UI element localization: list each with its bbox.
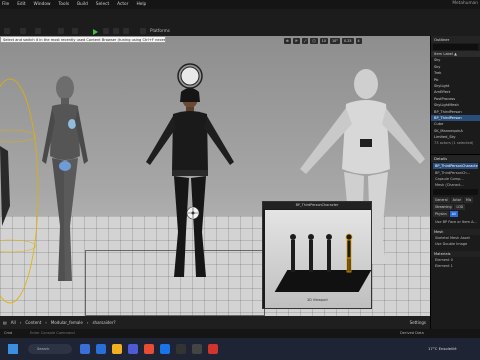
command-bar: Cmd Enter Console Command Derived Data [0, 329, 480, 338]
platforms-icon[interactable] [140, 28, 146, 34]
teams-icon[interactable] [128, 344, 138, 354]
transform-gizmo[interactable] [186, 206, 200, 220]
menu-bar: File Edit Window Tools Build Select Acto… [0, 0, 480, 9]
save-icon[interactable] [4, 28, 10, 34]
preview-label: 3D Viewport [307, 298, 328, 302]
tab-physics[interactable]: Physics [433, 211, 449, 218]
play-icon[interactable] [93, 29, 98, 35]
rotate-tool[interactable]: ⟳ [292, 38, 300, 44]
female-character [146, 63, 234, 277]
component-row[interactable]: Mesh (Charact... [431, 182, 480, 188]
details-notice: Use BP Face or Item A... [435, 220, 477, 225]
stop-icon[interactable] [113, 28, 119, 34]
character-preview-window[interactable]: BP_ThirdPersonCharacter 3D Viewport [262, 201, 372, 309]
outliner-panel: Outliner Item Label ▲ Sky Sky Trek Pb Sk… [430, 36, 480, 154]
blueprint-icon[interactable] [58, 28, 64, 34]
app-icon[interactable] [192, 344, 202, 354]
project-name: Metahuman [452, 1, 478, 6]
menu-help[interactable]: Help [136, 2, 146, 7]
property-row: Element 1 [435, 264, 453, 269]
console-input[interactable]: Enter Console Command [30, 331, 75, 335]
content-browser-bar: ▤ All › Content › Modular_female › shars… [0, 316, 430, 329]
menu-tools[interactable]: Tools [58, 2, 69, 7]
path-separator-icon: › [45, 320, 47, 325]
path-separator-icon: › [86, 320, 89, 325]
details-filter-tabs: General Actor Mis Streaming LOD Physics … [433, 197, 478, 218]
derived-data-button[interactable]: Derived Data [400, 331, 424, 335]
outliner-search-input[interactable] [433, 44, 478, 50]
path-all[interactable]: All [11, 320, 16, 325]
file-explorer-icon[interactable] [112, 344, 122, 354]
menu-select[interactable]: Select [96, 2, 109, 7]
step-icon[interactable] [103, 28, 109, 34]
edge-icon[interactable] [96, 344, 106, 354]
preview-scene: 3D Viewport [265, 210, 372, 308]
platforms-menu[interactable]: Platforms [150, 28, 170, 33]
path-content[interactable]: Content [25, 320, 41, 325]
details-search-input[interactable] [433, 189, 478, 196]
tab-streaming[interactable]: Streaming [433, 204, 454, 211]
pdf-icon[interactable] [208, 344, 218, 354]
rotation-snap-value[interactable]: 10° [329, 38, 340, 44]
tab-all[interactable]: All [449, 211, 458, 218]
cinematics-icon[interactable] [72, 28, 78, 34]
menu-file[interactable]: File [2, 2, 9, 7]
camera-speed-value[interactable]: 4 [355, 38, 362, 44]
grid-snap-value[interactable]: 10 [319, 38, 328, 44]
path-current[interactable]: sharsaider? [92, 320, 115, 325]
chrome-icon[interactable] [144, 344, 154, 354]
property-row: Use Double Image [435, 242, 468, 247]
weather-widget[interactable]: 17°C Ensoleillé [428, 346, 457, 351]
details-title: Details [431, 155, 480, 162]
tooltip: Select and switch it in the most recentl… [0, 36, 166, 43]
outliner-actor-count: 73 actors (1 selected) [434, 141, 474, 146]
main-toolbar: Platforms [0, 9, 480, 36]
scale-snap-value[interactable]: 0.25 [341, 38, 354, 44]
selected-actor-name[interactable]: BP_ThirdPersonCharacter [433, 163, 478, 170]
surface-snap-tool[interactable]: ◫ [310, 38, 318, 44]
menu-window[interactable]: Window [34, 2, 51, 7]
content-icon[interactable] [35, 28, 41, 34]
level-viewport[interactable]: Select and switch it in the most recentl… [0, 36, 430, 316]
more-options-icon[interactable] [123, 28, 129, 34]
tab-lod[interactable]: LOD [454, 204, 466, 211]
windows-taskbar: Search 17°C Ensoleillé [0, 338, 480, 360]
details-panel: Details BP_ThirdPersonCharacter BP_Third… [430, 154, 480, 329]
menu-edit[interactable]: Edit [17, 2, 25, 7]
menu-actor[interactable]: Actor [117, 2, 128, 7]
menu-build[interactable]: Build [77, 2, 88, 7]
taskbar-search[interactable]: Search [28, 344, 72, 354]
settings-button[interactable]: Settings [410, 320, 426, 325]
path-modular-female[interactable]: Modular_female [51, 320, 83, 325]
tab-actor[interactable]: Actor [450, 197, 463, 204]
outliner-title: Outliner [431, 36, 480, 43]
scale-tool[interactable]: ⤢ [301, 38, 309, 44]
tab-general[interactable]: General [433, 197, 450, 204]
viewport-toolbar: ⊕ ⟳ ⤢ ◫ 10 10° 0.25 4 [284, 38, 430, 45]
chrome-mannequin [42, 76, 88, 281]
preview-characters [290, 233, 353, 273]
mode-select-icon[interactable] [20, 28, 26, 34]
path-separator-icon: › [19, 320, 22, 325]
folder-icon[interactable]: ▤ [3, 320, 7, 325]
unreal-engine-icon[interactable] [176, 344, 186, 354]
translate-tool[interactable]: ⊕ [284, 38, 291, 44]
browser-icon[interactable] [160, 344, 170, 354]
tab-misc[interactable]: Mis [463, 197, 474, 204]
windows-start-icon[interactable] [8, 344, 18, 354]
task-view-icon[interactable] [80, 344, 90, 354]
preview-title: BP_ThirdPersonCharacter [263, 202, 371, 209]
cmd-dropdown[interactable]: Cmd [4, 331, 12, 335]
